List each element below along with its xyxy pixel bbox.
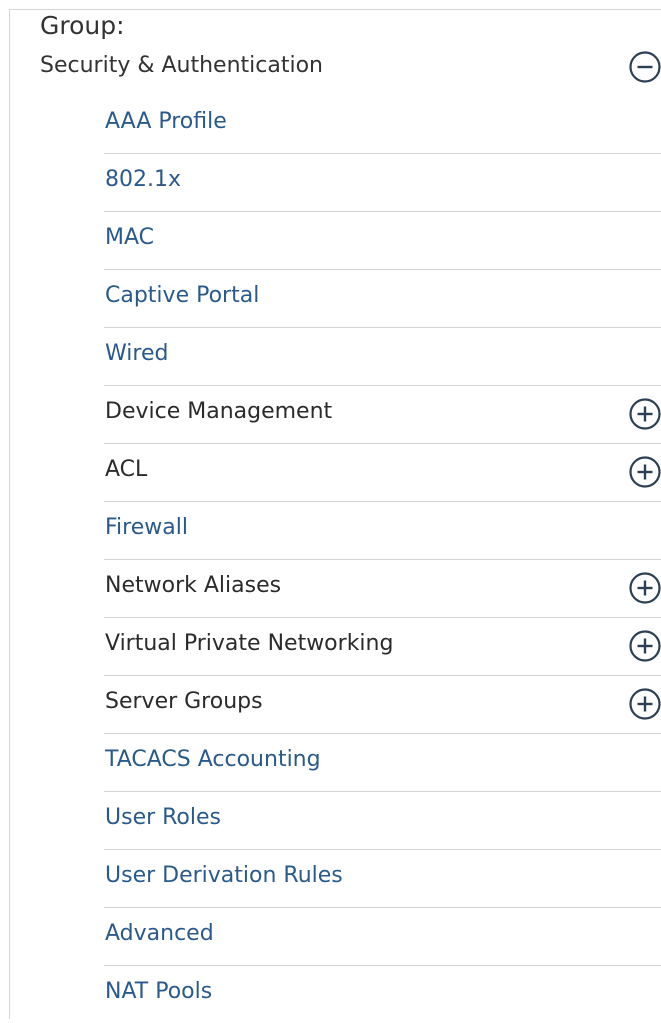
expand-plus-icon[interactable] [628,571,661,605]
menu-item-label: Wired [105,341,169,366]
menu-item-virtual-private-networking[interactable]: Virtual Private Networking [104,618,661,676]
menu-item-label: User Derivation Rules [105,863,343,888]
menu-item-label: Virtual Private Networking [105,631,394,656]
menu-item-network-aliases[interactable]: Network Aliases [104,560,661,618]
navigation-panel: Group: Security & Authentication AAA Pro… [9,9,661,1019]
menu-item-label: ACL [105,457,148,482]
menu-item-nat-pools[interactable]: NAT Pools [104,966,661,1023]
menu-item-label: User Roles [105,805,222,830]
menu-item-label: Advanced [105,921,214,946]
group-title: Security & Authentication [40,53,323,78]
menu-item-firewall[interactable]: Firewall [104,502,661,560]
menu-item-device-management[interactable]: Device Management [104,386,661,444]
submenu-list: AAA Profile 802.1x MAC Captive Portal Wired D… [104,96,661,1023]
menu-item-802-1x[interactable]: 802.1x [104,154,661,212]
menu-item-label: AAA Profile [105,109,227,134]
menu-item-aaa-profile[interactable]: AAA Profile [104,96,661,154]
menu-item-captive-portal[interactable]: Captive Portal [104,270,661,328]
menu-item-label: Captive Portal [105,283,260,308]
menu-item-server-groups[interactable]: Server Groups [104,676,661,734]
menu-item-label: Device Management [105,399,333,424]
expand-plus-icon[interactable] [628,455,661,489]
group-header-security-authentication[interactable]: Security & Authentication [10,46,661,86]
menu-item-label: TACACS Accounting [105,747,321,772]
expand-plus-icon[interactable] [628,687,661,721]
menu-item-user-derivation-rules[interactable]: User Derivation Rules [104,850,661,908]
menu-item-user-roles[interactable]: User Roles [104,792,661,850]
menu-item-wired[interactable]: Wired [104,328,661,386]
menu-item-label: Server Groups [105,689,263,714]
expand-plus-icon[interactable] [628,397,661,431]
menu-item-advanced[interactable]: Advanced [104,908,661,966]
group-label: Group: [40,11,125,40]
menu-item-mac[interactable]: MAC [104,212,661,270]
menu-item-label: NAT Pools [105,979,213,1004]
menu-item-tacacs-accounting[interactable]: TACACS Accounting [104,734,661,792]
collapse-minus-icon[interactable] [628,50,661,84]
menu-item-acl[interactable]: ACL [104,444,661,502]
menu-item-label: Network Aliases [105,573,282,598]
expand-plus-icon[interactable] [628,629,661,663]
menu-item-label: Firewall [105,515,188,540]
menu-item-label: 802.1x [105,167,182,192]
menu-item-label: MAC [105,225,155,250]
